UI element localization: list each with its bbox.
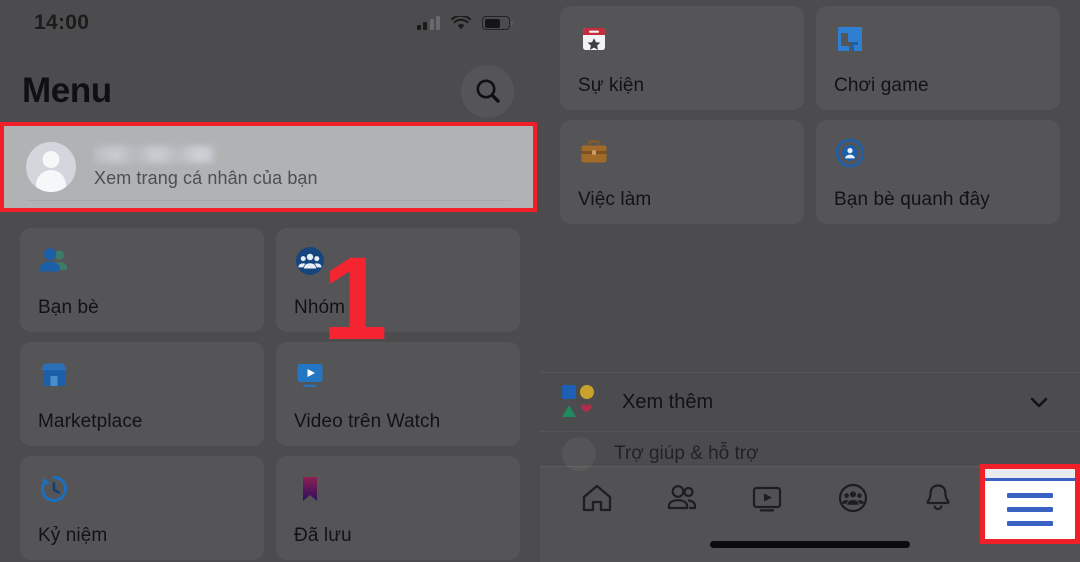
help-support-label: Trợ giúp & hỗ trợ — [614, 443, 759, 464]
see-more-label: Xem thêm — [622, 390, 714, 413]
search-button[interactable] — [461, 64, 514, 118]
step-number-1: 1 — [322, 233, 388, 365]
hamburger-top-strip — [985, 469, 1075, 481]
right-menu-tile-grid: Kỷ niệm Đã lưu — [540, 0, 1080, 224]
tile-label: Kỷ niệm — [38, 525, 108, 546]
tab-home[interactable] — [564, 472, 630, 524]
cellular-signal-icon — [416, 16, 440, 30]
tile-ban-be[interactable]: Bạn bè — [20, 228, 264, 332]
profile-texts: Xem trang cá nhân của bạn — [94, 145, 318, 189]
hamburger-menu-icon — [1007, 492, 1053, 526]
friends-icon — [40, 248, 67, 272]
saved-bookmark-icon — [303, 477, 317, 501]
bell-icon — [926, 484, 950, 511]
gaming-icon — [838, 27, 862, 51]
status-icons — [416, 15, 513, 31]
right-screenshot-panel: Kỷ niệm Đã lưu — [540, 0, 1080, 562]
tile-label: Đã lưu — [294, 525, 352, 546]
avatar-placeholder-icon — [26, 142, 76, 192]
memories-icon — [41, 476, 67, 502]
tile-label: Sự kiện — [578, 75, 645, 96]
tile-viec-lam[interactable]: Việc làm — [560, 120, 804, 224]
chevron-down-icon[interactable] — [1026, 389, 1052, 415]
tab-friends[interactable] — [649, 472, 715, 524]
profile-subtitle: Xem trang cá nhân của bạn — [94, 167, 318, 188]
profile-name — [94, 145, 214, 163]
tile-ky-niem[interactable]: Kỷ niệm — [20, 456, 264, 560]
profile-row-highlight[interactable]: Xem trang cá nhân của bạn — [0, 122, 537, 212]
left-menu-tile-grid: Bạn bè Nhóm Marketplace Video trên Watch… — [0, 228, 540, 560]
tile-label: Chơi game — [834, 75, 929, 96]
tab-watch[interactable] — [734, 472, 800, 524]
tile-nhom[interactable]: Nhóm — [276, 228, 520, 332]
home-indicator — [710, 541, 910, 548]
hamburger-menu-highlight[interactable] — [980, 464, 1080, 544]
see-more-shapes-icon: ❤ — [562, 385, 596, 419]
friends-outline-icon — [667, 485, 697, 510]
tile-label: Bạn bè quanh đây — [834, 189, 990, 210]
profile-divider — [26, 200, 511, 201]
tile-choi-game[interactable]: Chơi game — [816, 6, 1060, 110]
tile-label: Việc làm — [578, 189, 652, 210]
tile-ban-be-quanh-day[interactable]: Bạn bè quanh đây — [816, 120, 1060, 224]
watch-play-icon — [753, 486, 782, 512]
status-bar: 14:00 — [0, 0, 540, 46]
profile-row[interactable]: Xem trang cá nhân của bạn — [4, 126, 533, 208]
tile-su-kien[interactable]: Sự kiện — [560, 6, 804, 110]
tile-video-tren-watch[interactable]: Video trên Watch — [276, 342, 520, 446]
page-title: Menu — [22, 71, 112, 110]
left-screenshot-panel: 14:00 Menu Xem trang cá nhân của bạn Bạn… — [0, 0, 540, 562]
tile-marketplace[interactable]: Marketplace — [20, 342, 264, 446]
jobs-briefcase-icon — [581, 140, 607, 163]
see-more-row[interactable]: ❤ Xem thêm — [540, 372, 1080, 432]
tile-label: Video trên Watch — [294, 411, 441, 432]
nearby-friends-icon — [835, 138, 865, 168]
home-icon — [582, 484, 611, 512]
status-time: 14:00 — [34, 11, 90, 34]
events-calendar-icon — [583, 28, 605, 50]
battery-icon — [482, 16, 513, 30]
groups-circle-icon — [838, 483, 867, 513]
tile-da-luu[interactable]: Đã lưu — [276, 456, 520, 560]
tab-groups[interactable] — [820, 472, 886, 524]
tile-label: Marketplace — [38, 411, 143, 432]
marketplace-icon — [41, 363, 67, 386]
screenshot-stage: 14:00 Menu Xem trang cá nhân của bạn Bạn… — [0, 0, 1080, 562]
menu-header: Menu — [0, 60, 540, 122]
tab-notifications[interactable] — [905, 472, 971, 524]
search-icon — [476, 79, 500, 103]
tile-label: Bạn bè — [38, 297, 99, 318]
wifi-icon — [451, 15, 471, 29]
